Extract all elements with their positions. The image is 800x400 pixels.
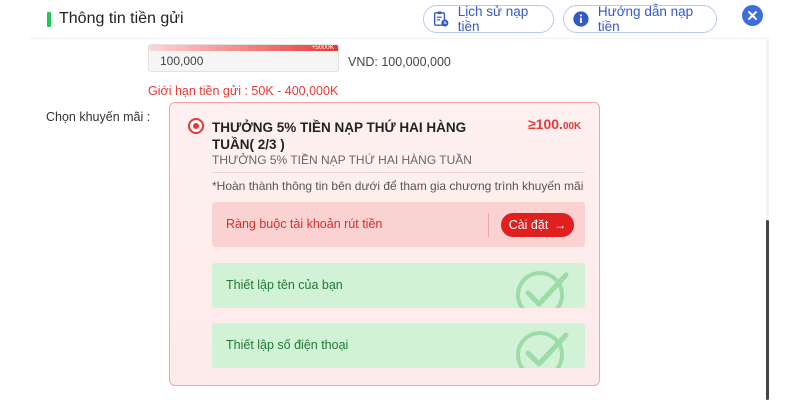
promo-radio[interactable] [188,118,204,134]
promo-amount-main: ≥100. [528,116,563,132]
promo-card[interactable]: THƯỞNG 5% TIỀN NẠP THỨ HAI HÀNG TUẦN( 2/… [169,102,600,386]
promo-amount-small: 00K [562,121,582,132]
amount-value: 100,000 [160,54,204,68]
scrollbar-thumb[interactable] [766,220,769,400]
promo-amount: ≥100.00K [528,116,581,132]
promo-title: THƯỞNG 5% TIỀN NẠP THỨ HAI HÀNG TUẦN( 2/… [212,120,467,152]
deposit-history-label: Lịch sử nạp tiền [457,4,529,34]
deposit-guide-label: Hướng dẫn nạp tiền [597,4,694,34]
task-set-phone: Thiết lập số điện thoại [212,323,585,368]
setup-button[interactable]: Cài đặt → [501,213,574,237]
task-label: Thiết lập tên của bạn [226,278,343,292]
deposit-history-button[interactable]: Lịch sử nạp tiền [423,4,554,34]
vnd-conversion: VND: 100,000,000 [348,55,451,69]
task-bind-withdrawal-account: Ràng buộc tài khoản rút tiền Cài đặt → [212,202,585,247]
promo-section-label: Chọn khuyến mãi : [46,110,151,124]
promo-subtitle: THƯỞNG 5% TIỀN NẠP THỨ HAI HÀNG TUẦN [212,153,472,167]
info-icon [573,11,589,27]
close-icon [748,11,757,20]
task-label: Ràng buộc tài khoản rút tiền [226,217,383,231]
header: Thông tin tiền gửi Lịch sử nạp tiền Hướn… [0,0,800,40]
deposit-info-page: Thông tin tiền gửi Lịch sử nạp tiền Hướn… [0,0,800,400]
amount-input[interactable]: +5000K 100,000 [148,44,339,72]
quick-add-label: +5000K [311,44,334,51]
promo-divider [212,172,585,173]
deposit-limit-text: Giới hạn tiền gửi : 50K - 400,000K [148,84,339,98]
amount-slider-bar[interactable]: +5000K [149,45,338,51]
clipboard-history-icon [433,11,449,27]
task-set-name: Thiết lập tên của bạn [212,263,585,308]
header-divider [30,38,770,39]
checkmark-icon [516,271,569,308]
page-title: Thông tin tiền gửi [59,10,184,27]
close-button[interactable] [742,5,763,26]
setup-button-label: Cài đặt [508,218,549,232]
checkmark-icon [516,331,569,368]
task-separator [488,213,489,237]
promo-note: *Hoàn thành thông tin bên dưới để tham g… [212,179,584,193]
deposit-guide-button[interactable]: Hướng dẫn nạp tiền [563,4,717,34]
task-label: Thiết lập số điện thoại [226,338,349,352]
arrow-right-icon: → [554,218,567,232]
title-accent-bar [47,12,51,27]
